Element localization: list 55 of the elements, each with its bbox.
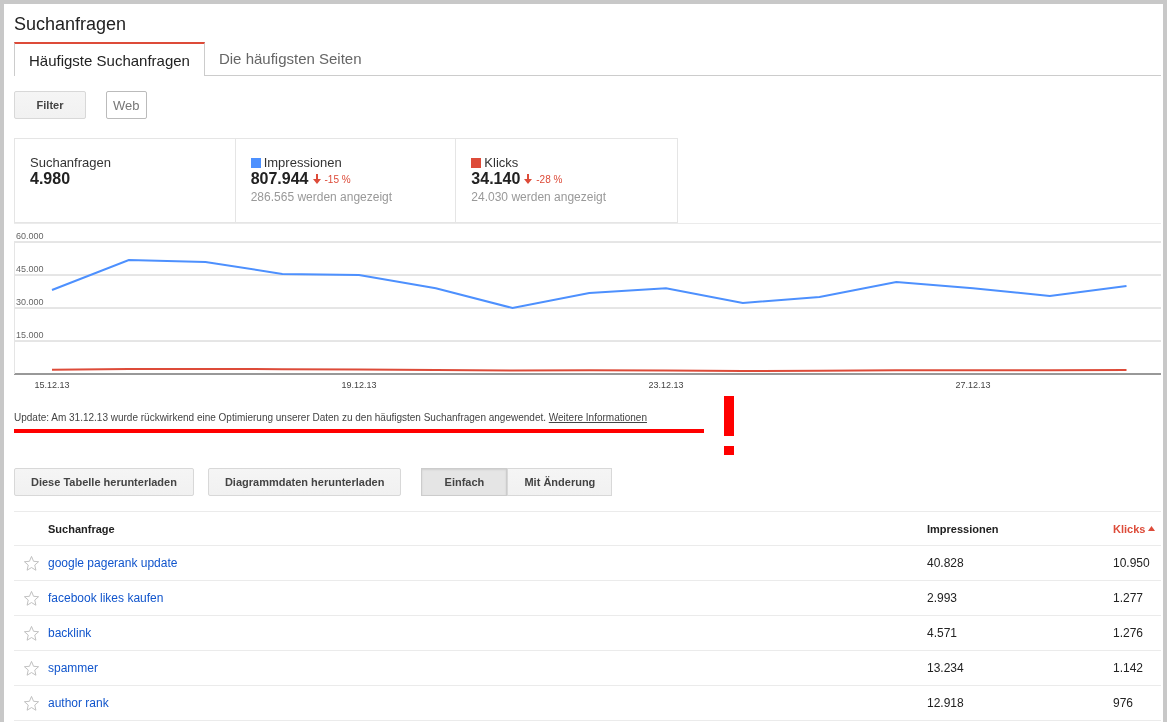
table-cell-text: 10.950 bbox=[1113, 556, 1151, 570]
change-percent: -15 % bbox=[324, 173, 351, 185]
view-toggle-button[interactable]: Mit Änderung bbox=[507, 468, 613, 496]
update-notice: Update: Am 31.12.13 wurde rückwirkend eine Optimierung unserer Daten zu den häufigsten Suchanfragen angewendet. Weitere Informationen bbox=[14, 412, 648, 423]
y-axis-label: 15.000 bbox=[16, 330, 44, 340]
query-link[interactable]: backlink bbox=[48, 626, 92, 640]
change-percent: -28 % bbox=[536, 173, 563, 185]
page-title: Suchanfragen bbox=[14, 13, 128, 36]
table-cell-text: 12.918 bbox=[927, 696, 965, 710]
query-link[interactable]: facebook likes kaufen bbox=[48, 591, 164, 605]
metric-label: Impressionen bbox=[263, 155, 342, 170]
table-cell-text: 13.234 bbox=[927, 661, 965, 675]
filter-button[interactable]: Filter bbox=[14, 91, 86, 119]
metric-label: Suchanfragen bbox=[30, 155, 111, 170]
metric-value: 807.944 bbox=[250, 170, 309, 188]
more-info-link[interactable]: Weitere Informationen bbox=[548, 412, 647, 423]
y-axis-label: 30.000 bbox=[16, 297, 44, 307]
star-icon[interactable] bbox=[22, 694, 40, 712]
table-cell-text: 40.828 bbox=[927, 556, 965, 570]
star-icon[interactable] bbox=[22, 624, 40, 642]
table-cell-text: 1.276 bbox=[1113, 626, 1145, 640]
star-icon[interactable] bbox=[22, 554, 40, 572]
table-cell-text: 4.571 bbox=[927, 626, 959, 640]
metric-value: 34.140 bbox=[471, 170, 521, 188]
metric-label: Klicks bbox=[484, 155, 519, 170]
view-toggle-button[interactable]: Einfach bbox=[421, 468, 508, 496]
download-button[interactable]: Diese Tabelle herunterladen bbox=[14, 468, 194, 496]
shown-count: 24.030 werden angezeigt bbox=[471, 190, 608, 204]
metric-value: 4.980 bbox=[30, 170, 71, 188]
query-link[interactable]: google pagerank update bbox=[48, 556, 178, 570]
query-link[interactable]: spammer bbox=[48, 661, 98, 675]
table-cell-text: 2.993 bbox=[927, 591, 959, 605]
download-button[interactable]: Diagrammdaten herunterladen bbox=[207, 468, 402, 496]
shown-count: 286.565 werden angezeigt bbox=[250, 190, 394, 204]
down-arrow-icon bbox=[312, 174, 321, 184]
column-header[interactable]: Klicks bbox=[1113, 522, 1146, 535]
filter-chip[interactable]: Web bbox=[106, 91, 147, 119]
sort-ascending-icon bbox=[1148, 526, 1156, 531]
table-cell-text: 1.142 bbox=[1113, 661, 1145, 675]
star-icon[interactable] bbox=[22, 589, 40, 607]
y-axis-label: 45.000 bbox=[16, 264, 44, 274]
column-header[interactable]: Impressionen bbox=[927, 522, 999, 535]
star-icon[interactable] bbox=[22, 659, 40, 677]
x-axis-label: 19.12.13 bbox=[341, 380, 377, 390]
table-cell-text: 976 bbox=[1113, 696, 1135, 710]
x-axis-label: 15.12.13 bbox=[34, 380, 70, 390]
x-axis-label: 27.12.13 bbox=[955, 380, 991, 390]
table-cell-text: 1.277 bbox=[1113, 591, 1145, 605]
column-header[interactable]: Suchanfrage bbox=[48, 522, 115, 535]
tab[interactable]: Häufigste Suchanfragen bbox=[14, 42, 205, 76]
exclamation-icon bbox=[724, 396, 734, 456]
y-axis-label: 60.000 bbox=[16, 231, 44, 241]
down-arrow-icon bbox=[524, 174, 533, 184]
x-axis-label: 23.12.13 bbox=[648, 380, 684, 390]
query-link[interactable]: author rank bbox=[48, 696, 109, 710]
